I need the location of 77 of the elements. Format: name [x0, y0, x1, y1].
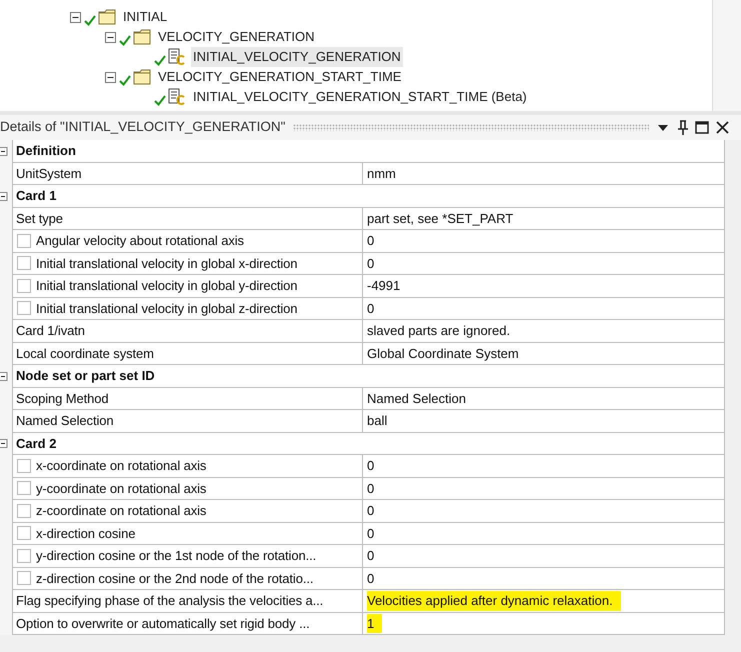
property-label: x-direction cosine [36, 524, 136, 542]
tree-item[interactable]: INITIAL [121, 7, 170, 27]
dropdown-icon[interactable] [657, 124, 669, 132]
property-label: Option to overwrite or automatically set rigid body ... [16, 614, 310, 633]
property-value[interactable]: 0 [367, 501, 382, 520]
tree-item[interactable]: INITIAL_VELOCITY_GENERATION_START_TIME (Beta) [191, 87, 529, 107]
tree-item[interactable]: VELOCITY_GENERATION_START_TIME [156, 67, 404, 87]
checkmark-icon [154, 94, 166, 106]
maximize-icon[interactable] [695, 121, 709, 134]
property-label: y-direction cosine or the 1st node of the rotation... [36, 547, 316, 565]
property-value[interactable]: 0 [367, 478, 382, 498]
section-header[interactable]: Card 1 [12, 185, 725, 208]
details-title: Details of "INITIAL_VELOCITY_GENERATION" [0, 118, 286, 136]
property-label: UnitSystem [16, 164, 82, 183]
collapse-icon[interactable] [0, 439, 8, 448]
collapse-icon[interactable] [0, 146, 8, 156]
property-label: Initial translational velocity in global z-direction [36, 300, 298, 318]
folder-icon [133, 69, 151, 85]
property-label: Angular velocity about rotational axis [36, 232, 244, 250]
property-value[interactable]: 1 [367, 614, 382, 633]
property-label: Named Selection [16, 412, 114, 430]
document-icon [168, 88, 186, 106]
property-label: Local coordinate system [16, 344, 154, 363]
section-header[interactable]: Node set or part set ID [12, 365, 725, 388]
property-value[interactable]: 0 [367, 546, 382, 566]
property-value[interactable]: nmm [367, 164, 404, 183]
section-header[interactable]: Definition [12, 140, 725, 162]
collapse-icon[interactable] [70, 12, 81, 22]
checkbox[interactable] [17, 278, 31, 293]
checkbox[interactable] [17, 234, 31, 248]
property-value[interactable]: Global Coordinate System [367, 344, 527, 363]
checkmark-icon [119, 74, 131, 86]
checkbox[interactable] [17, 301, 31, 316]
property-value[interactable]: slaved parts are ignored. [367, 321, 518, 340]
property-value[interactable]: Named Selection [367, 388, 474, 408]
checkbox[interactable] [17, 481, 31, 496]
property-label: Initial translational velocity in global x-direction [36, 254, 298, 273]
tree-item[interactable]: INITIAL_VELOCITY_GENERATION [191, 47, 403, 67]
property-label: z-coordinate on rotational axis [36, 502, 206, 520]
property-value[interactable]: ball [367, 411, 396, 430]
checkbox[interactable] [17, 504, 31, 518]
property-label: Initial translational velocity in global y-direction [36, 277, 298, 295]
property-value[interactable]: -4991 [367, 276, 408, 296]
folder-icon [98, 9, 116, 25]
collapse-icon[interactable] [105, 32, 116, 42]
checkmark-icon [119, 34, 131, 46]
folder-icon [133, 29, 151, 45]
property-label: z-direction cosine or the 2nd node of the rotatio... [36, 570, 314, 588]
property-value[interactable]: 0 [367, 456, 382, 476]
property-value[interactable]: Velocities applied after dynamic relaxation. [367, 591, 621, 610]
document-icon [168, 48, 186, 66]
checkbox[interactable] [17, 526, 31, 540]
property-label: Scoping Method [16, 390, 109, 408]
property-label: Set type [16, 210, 63, 228]
checkbox[interactable] [17, 548, 31, 563]
property-value[interactable]: 0 [367, 298, 382, 318]
checkmark-icon [154, 54, 166, 66]
property-label: Card 1/ivatn [16, 322, 85, 340]
checkbox[interactable] [17, 256, 31, 270]
collapse-icon[interactable] [0, 192, 8, 201]
pin-icon[interactable] [677, 120, 689, 136]
property-label: y-coordinate on rotational axis [36, 480, 206, 498]
collapse-icon[interactable] [105, 72, 116, 82]
property-value[interactable]: 0 [367, 568, 382, 588]
checkmark-icon [84, 14, 96, 26]
checkbox[interactable] [17, 458, 31, 473]
tree-item[interactable]: VELOCITY_GENERATION [156, 27, 317, 47]
property-label: x-coordinate on rotational axis [36, 457, 206, 475]
property-value[interactable]: part set, see *SET_PART [367, 208, 522, 228]
property-value[interactable]: 0 [367, 231, 382, 250]
checkbox[interactable] [17, 571, 31, 586]
section-header[interactable]: Card 2 [12, 432, 725, 455]
property-value[interactable]: 0 [367, 254, 382, 273]
property-value[interactable]: 0 [367, 524, 382, 543]
close-icon[interactable] [716, 121, 729, 134]
collapse-icon[interactable] [0, 372, 8, 381]
property-label: Flag specifying phase of the analysis the velocities a... [16, 592, 324, 610]
